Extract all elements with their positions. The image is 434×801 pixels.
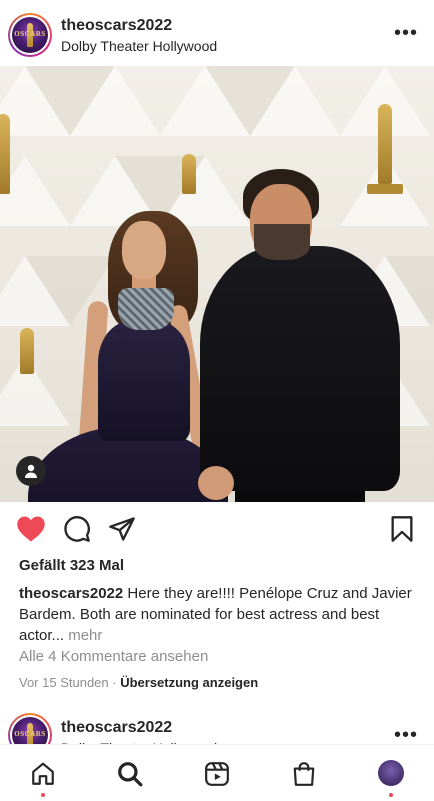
avatar-logo-text: OSCARS xyxy=(14,30,46,38)
post-meta: Vor 15 Stunden · Übersetzung anzeigen xyxy=(19,675,258,690)
bottom-nav xyxy=(0,744,434,801)
like-count[interactable]: Gefällt 323 Mal xyxy=(19,557,124,574)
bookmark-icon[interactable] xyxy=(389,515,415,548)
caption-ellipsis: ... xyxy=(51,627,69,644)
post-caption: theoscars2022 Here they are!!!! Penélope… xyxy=(19,583,419,646)
user-tag-icon[interactable] xyxy=(16,456,46,486)
view-comments-link[interactable]: Alle 4 Kommentare ansehen xyxy=(19,648,208,665)
heart-icon[interactable] xyxy=(16,515,46,548)
more-options-icon[interactable]: ••• xyxy=(394,23,418,43)
caption-username[interactable]: theoscars2022 xyxy=(19,585,123,602)
post-location[interactable]: Dolby Theater Hollywood xyxy=(61,38,217,54)
profile-avatar[interactable] xyxy=(378,760,404,786)
search-icon[interactable] xyxy=(117,761,143,792)
home-icon[interactable] xyxy=(30,761,56,792)
next-avatar-logo-text: OSCARS xyxy=(14,730,46,738)
shop-icon[interactable] xyxy=(291,761,317,792)
next-more-options-icon[interactable]: ••• xyxy=(394,725,418,745)
post-username[interactable]: theoscars2022 xyxy=(61,17,172,35)
post-header: OSCARS theoscars2022 Dolby Theater Holly… xyxy=(0,0,434,66)
send-icon[interactable] xyxy=(108,515,136,548)
caption-more-link[interactable]: mehr xyxy=(68,627,102,644)
post-time: Vor 15 Stunden xyxy=(19,675,109,690)
meta-separator: · xyxy=(108,675,121,690)
reels-icon[interactable] xyxy=(204,761,230,792)
post-photo[interactable] xyxy=(0,66,434,502)
translate-link[interactable]: Übersetzung anzeigen xyxy=(120,675,258,690)
comment-icon[interactable] xyxy=(63,515,91,548)
post-author-avatar[interactable]: OSCARS xyxy=(8,13,52,57)
next-post-username[interactable]: theoscars2022 xyxy=(61,719,172,737)
